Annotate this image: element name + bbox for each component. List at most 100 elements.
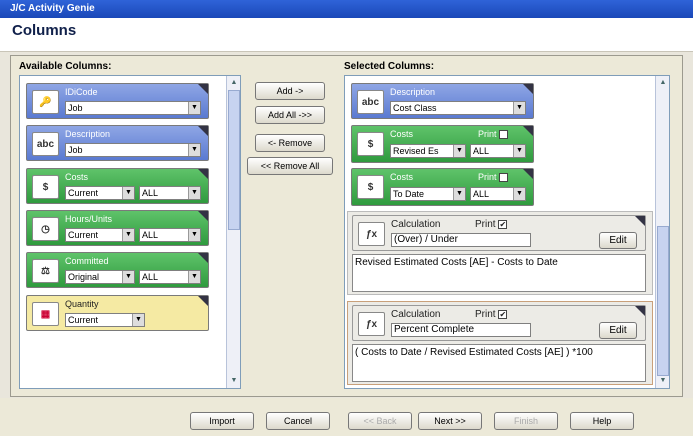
print-checkbox[interactable]: ✔	[498, 219, 508, 229]
available-idcode-select[interactable]: Job ▼	[65, 101, 201, 115]
card-corner-icon	[198, 126, 208, 136]
key-icon: 🔑	[32, 90, 59, 114]
card-label: Description	[390, 87, 436, 97]
card-label: Costs	[390, 172, 414, 182]
edit-button[interactable]: Edit	[599, 232, 637, 249]
footer-bar: Import Cancel << Back Next >> Finish Hel…	[0, 398, 693, 436]
columns-frame: Available Columns: Selected Columns: 🔑 I…	[10, 55, 683, 397]
help-button[interactable]: Help	[570, 412, 634, 430]
page-title: Columns	[12, 22, 77, 39]
calc-name-field[interactable]: Percent Complete	[391, 323, 531, 337]
remove-all-button[interactable]: << Remove All	[247, 157, 333, 175]
import-button[interactable]: Import	[190, 412, 254, 430]
remove-button[interactable]: <- Remove	[255, 134, 325, 152]
formula-icon: ƒx	[358, 222, 385, 246]
selected-card-costs-todate[interactable]: $ Costs Print ✔ To Date ▼ ALL ▼	[351, 168, 534, 206]
card-label: Hours/Units	[65, 214, 113, 224]
card-corner-icon	[198, 169, 208, 179]
print-checkbox[interactable]: ✔	[498, 309, 508, 319]
scroll-thumb[interactable]	[228, 90, 240, 230]
selected-columns-list[interactable]: abc Description Cost Class ▼ $ Costs Prin…	[344, 75, 670, 389]
scroll-down-icon[interactable]: ▼	[228, 375, 240, 387]
page-header: Columns	[0, 18, 693, 52]
selected-costs-scope-select[interactable]: ALL ▼	[470, 187, 526, 201]
card-label: Committed	[65, 256, 109, 266]
available-description-select[interactable]: Job ▼	[65, 143, 201, 157]
dollar-icon: $	[32, 175, 59, 199]
calc-name-field[interactable]: (Over) / Under	[391, 233, 531, 247]
available-columns-title: Available Columns:	[19, 61, 112, 72]
finish-button[interactable]: Finish	[494, 412, 558, 430]
available-card-idcode[interactable]: 🔑 IDiCode Job ▼	[26, 83, 209, 119]
chevron-down-icon: ▼	[122, 271, 134, 283]
print-label: Print ✔	[478, 129, 509, 140]
card-label: Costs	[65, 172, 89, 182]
text-icon: abc	[357, 90, 384, 114]
available-scrollbar[interactable]: ▲ ▼	[226, 76, 240, 388]
card-corner-icon	[198, 296, 208, 306]
print-label: Print ✔	[475, 309, 508, 320]
available-quantity-select[interactable]: Current ▼	[65, 313, 145, 327]
chevron-down-icon: ▼	[122, 187, 134, 199]
clock-icon: ◷	[32, 217, 59, 241]
cancel-button[interactable]: Cancel	[266, 412, 330, 430]
scroll-down-icon[interactable]: ▼	[657, 375, 669, 387]
print-label: Print ✔	[475, 219, 508, 230]
available-committed-period-select[interactable]: Original ▼	[65, 270, 135, 284]
available-costs-period-select[interactable]: Current ▼	[65, 186, 135, 200]
selected-costs-scope-select[interactable]: ALL ▼	[470, 144, 526, 158]
available-costs-scope-select[interactable]: ALL ▼	[139, 186, 201, 200]
chevron-down-icon: ▼	[122, 229, 134, 241]
selected-costs-period-select[interactable]: Revised Es ▼	[390, 144, 466, 158]
text-icon: abc	[32, 132, 59, 156]
chevron-down-icon: ▼	[188, 102, 200, 114]
scroll-up-icon[interactable]: ▲	[228, 77, 240, 89]
available-card-costs[interactable]: $ Costs Current ▼ ALL ▼	[26, 168, 209, 204]
back-button[interactable]: << Back	[348, 412, 412, 430]
card-corner-icon	[198, 211, 208, 221]
calc-formula-text: ( Costs to Date / Revised Estimated Cost…	[352, 344, 646, 382]
selected-scrollbar[interactable]: ▲ ▼	[655, 76, 669, 388]
calc-header: ƒx Calculation Print ✔ (Over) / Under Ed…	[352, 215, 646, 251]
chevron-down-icon: ▼	[513, 188, 525, 200]
selected-description-select[interactable]: Cost Class ▼	[390, 101, 526, 115]
available-columns-list[interactable]: 🔑 IDiCode Job ▼ abc Description Job ▼ $ Co…	[19, 75, 241, 389]
available-card-description[interactable]: abc Description Job ▼	[26, 125, 209, 161]
available-card-hours[interactable]: ◷ Hours/Units Current ▼ ALL ▼	[26, 210, 209, 246]
add-all-button[interactable]: Add All ->>	[255, 106, 325, 124]
chevron-down-icon: ▼	[188, 144, 200, 156]
available-hours-scope-select[interactable]: ALL ▼	[139, 228, 201, 242]
print-checkbox[interactable]: ✔	[499, 130, 509, 140]
chevron-down-icon: ▼	[132, 314, 144, 326]
dollar-icon: $	[357, 175, 384, 199]
card-label: Costs	[390, 129, 414, 139]
calc-formula-text: Revised Estimated Costs [AE] - Costs to …	[352, 254, 646, 292]
card-label: Description	[65, 129, 111, 139]
available-card-committed[interactable]: ⚖ Committed Original ▼ ALL ▼	[26, 252, 209, 288]
selected-card-description[interactable]: abc Description Cost Class ▼	[351, 83, 534, 119]
committed-icon: ⚖	[32, 259, 59, 283]
scroll-thumb[interactable]	[657, 226, 669, 376]
chevron-down-icon: ▼	[513, 145, 525, 157]
add-button[interactable]: Add ->	[255, 82, 325, 100]
card-label: IDiCode	[65, 87, 98, 97]
card-corner-icon	[523, 169, 533, 179]
card-corner-icon	[523, 84, 533, 94]
selected-card-costs-revised[interactable]: $ Costs Print ✔ Revised Es ▼ ALL ▼	[351, 125, 534, 163]
chevron-down-icon: ▼	[453, 188, 465, 200]
print-checkbox[interactable]: ✔	[499, 173, 509, 183]
scroll-up-icon[interactable]: ▲	[657, 77, 669, 89]
selected-costs-period-select[interactable]: To Date ▼	[390, 187, 466, 201]
available-committed-scope-select[interactable]: ALL ▼	[139, 270, 201, 284]
window-title: J/C Activity Genie	[10, 3, 95, 14]
available-card-quantity[interactable]: ▦ Quantity Current ▼	[26, 295, 209, 331]
selected-calc-percent-complete[interactable]: ƒx Calculation Print ✔ Percent Complete …	[347, 301, 653, 385]
next-button[interactable]: Next >>	[418, 412, 482, 430]
card-corner-icon	[635, 216, 645, 226]
formula-icon: ƒx	[358, 312, 385, 336]
grid-icon: ▦	[32, 302, 59, 326]
edit-button[interactable]: Edit	[599, 322, 637, 339]
selected-calc-over-under[interactable]: ƒx Calculation Print ✔ (Over) / Under Ed…	[347, 211, 653, 295]
chevron-down-icon: ▼	[513, 102, 525, 114]
available-hours-period-select[interactable]: Current ▼	[65, 228, 135, 242]
